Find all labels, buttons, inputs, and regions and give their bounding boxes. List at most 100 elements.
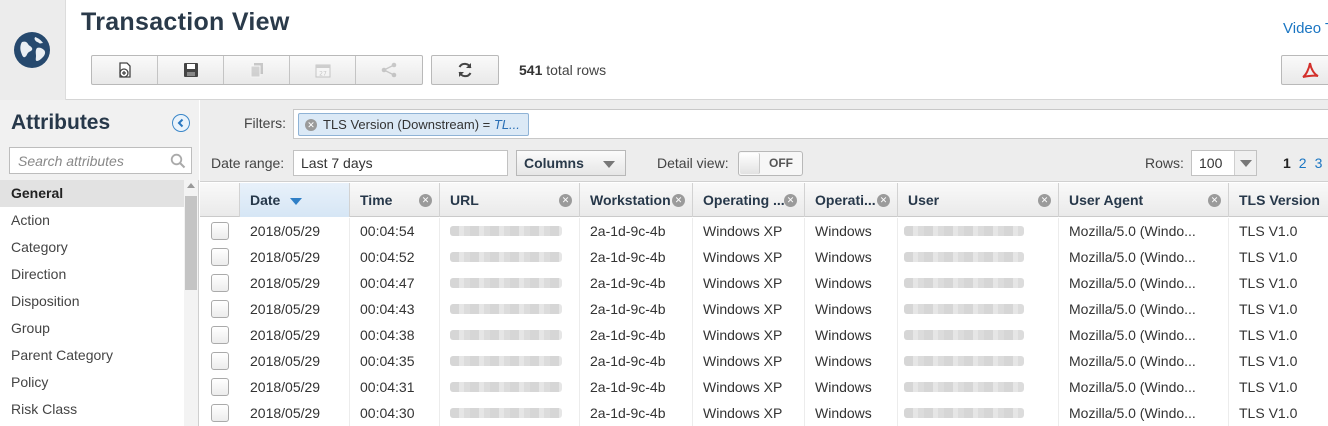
- redacted-value: [904, 408, 1024, 418]
- date-range-input[interactable]: Last 7 days: [293, 150, 508, 176]
- attribute-item-parent-category[interactable]: Parent Category: [0, 342, 184, 369]
- column-header-time[interactable]: Time ✕: [350, 183, 440, 217]
- column-header-url[interactable]: URL ✕: [440, 183, 580, 217]
- schedule-button[interactable]: 27: [290, 56, 356, 84]
- table-row[interactable]: 2018/05/29 00:04:54 2a-1d-9c-4b Windows XP W…: [200, 218, 1328, 244]
- remove-column-icon[interactable]: ✕: [419, 194, 432, 207]
- sidebar-title: Attributes: [11, 111, 111, 134]
- redacted-value: [450, 226, 562, 236]
- column-header-operating-system[interactable]: Operating ... ✕: [693, 183, 805, 217]
- row-checkbox[interactable]: [211, 274, 229, 292]
- refresh-button[interactable]: [432, 56, 498, 84]
- attribute-item-policy[interactable]: Policy: [0, 369, 184, 396]
- cell-user: [898, 270, 1059, 296]
- export-pdf-button[interactable]: [1281, 55, 1328, 85]
- search-attributes-input[interactable]: [10, 148, 160, 173]
- attribute-item-direction[interactable]: Direction: [0, 261, 184, 288]
- cell-url: [440, 400, 580, 426]
- remove-column-icon[interactable]: ✕: [784, 194, 797, 207]
- attribute-item-risk-class[interactable]: Risk Class: [0, 396, 184, 423]
- save-button[interactable]: [158, 56, 224, 84]
- rows-per-page-select[interactable]: 100: [1191, 150, 1257, 176]
- table-row[interactable]: 2018/05/29 00:04:52 2a-1d-9c-4b Windows XP W…: [200, 244, 1328, 270]
- column-header-tls-version[interactable]: TLS Version: [1229, 183, 1328, 217]
- table-row[interactable]: 2018/05/29 00:04:30 2a-1d-9c-4b Windows XP W…: [200, 400, 1328, 426]
- page-title: Transaction View: [81, 8, 290, 36]
- column-header-user[interactable]: User ✕: [898, 183, 1059, 217]
- page-2[interactable]: 2: [1299, 155, 1307, 171]
- remove-column-icon[interactable]: ✕: [877, 194, 890, 207]
- attribute-item-group[interactable]: Group: [0, 315, 184, 342]
- calendar-icon: 27: [315, 64, 330, 78]
- cell-operating-family: Windows: [805, 348, 898, 374]
- search-icon[interactable]: [170, 153, 186, 169]
- detail-view-toggle[interactable]: OFF: [738, 151, 803, 176]
- cell-date: 2018/05/29: [240, 400, 350, 426]
- cell-user-agent: Mozilla/5.0 (Windo...: [1059, 218, 1229, 244]
- redacted-value: [450, 252, 562, 262]
- chevron-left-icon: [177, 118, 184, 128]
- filters-box[interactable]: ✕ TLS Version (Downstream) = TL...: [293, 109, 1328, 139]
- table-row[interactable]: 2018/05/29 00:04:35 2a-1d-9c-4b Windows XP W…: [200, 348, 1328, 374]
- remove-column-icon[interactable]: ✕: [559, 194, 572, 207]
- columns-label: Columns: [524, 155, 584, 171]
- table-row[interactable]: 2018/05/29 00:04:38 2a-1d-9c-4b Windows XP W…: [200, 322, 1328, 348]
- column-header-date[interactable]: Date: [240, 183, 350, 217]
- redacted-value: [450, 382, 562, 392]
- redacted-value: [904, 382, 1024, 392]
- row-checkbox[interactable]: [211, 300, 229, 318]
- attribute-item-action[interactable]: Action: [0, 207, 184, 234]
- row-checkbox[interactable]: [211, 378, 229, 396]
- page-3[interactable]: 3: [1315, 155, 1323, 171]
- attribute-item-disposition[interactable]: Disposition: [0, 288, 184, 315]
- cell-operating-family: Windows: [805, 374, 898, 400]
- redacted-value: [904, 304, 1024, 314]
- scroll-up-icon[interactable]: [187, 183, 195, 188]
- attribute-item-general[interactable]: General: [0, 180, 184, 207]
- row-checkbox[interactable]: [211, 222, 229, 240]
- cell-date: 2018/05/29: [240, 218, 350, 244]
- remove-column-icon[interactable]: ✕: [672, 194, 685, 207]
- cell-url: [440, 296, 580, 322]
- add-report-button[interactable]: [92, 56, 158, 84]
- remove-column-icon[interactable]: ✕: [1038, 194, 1051, 207]
- table-row[interactable]: 2018/05/29 00:04:47 2a-1d-9c-4b Windows XP W…: [200, 270, 1328, 296]
- sidebar-scrollbar[interactable]: [184, 180, 198, 426]
- cell-user: [898, 244, 1059, 270]
- attribute-list: General Action Category Direction Dispos…: [0, 180, 184, 423]
- cell-user: [898, 218, 1059, 244]
- column-title-workstation: Workstation: [590, 192, 671, 208]
- video-tutorial-link[interactable]: Video T: [1283, 20, 1328, 37]
- remove-filter-icon[interactable]: ✕: [305, 119, 317, 131]
- cell-url: [440, 270, 580, 296]
- attribute-item-category[interactable]: Category: [0, 234, 184, 261]
- column-header-user-agent[interactable]: User Agent ✕: [1059, 183, 1229, 217]
- row-checkbox[interactable]: [211, 248, 229, 266]
- table-row[interactable]: 2018/05/29 00:04:31 2a-1d-9c-4b Windows XP W…: [200, 374, 1328, 400]
- filter-chip-tls-version[interactable]: ✕ TLS Version (Downstream) = TL...: [298, 113, 529, 136]
- table-row[interactable]: 2018/05/29 00:04:43 2a-1d-9c-4b Windows XP W…: [200, 296, 1328, 322]
- filter-panel: Filters: ✕ TLS Version (Downstream) = TL.…: [200, 100, 1328, 182]
- cell-tls-version: TLS V1.0: [1229, 348, 1328, 374]
- toggle-knob: [740, 153, 760, 174]
- cell-time: 00:04:30: [350, 400, 440, 426]
- cell-workstation: 2a-1d-9c-4b: [580, 218, 693, 244]
- collapse-sidebar-button[interactable]: [172, 114, 190, 132]
- scrollbar-thumb[interactable]: [185, 196, 197, 290]
- page-1[interactable]: 1: [1283, 155, 1291, 171]
- column-header-operating-family[interactable]: Operati... ✕: [805, 183, 898, 217]
- cell-time: 00:04:38: [350, 322, 440, 348]
- cell-workstation: 2a-1d-9c-4b: [580, 296, 693, 322]
- cell-tls-version: TLS V1.0: [1229, 322, 1328, 348]
- share-button[interactable]: [356, 56, 422, 84]
- column-header-workstation[interactable]: Workstation ✕: [580, 183, 693, 217]
- cell-date: 2018/05/29: [240, 270, 350, 296]
- columns-dropdown[interactable]: Columns: [516, 150, 626, 176]
- row-checkbox[interactable]: [211, 352, 229, 370]
- copy-button[interactable]: [224, 56, 290, 84]
- remove-column-icon[interactable]: ✕: [1208, 194, 1221, 207]
- redacted-value: [450, 278, 562, 288]
- row-checkbox[interactable]: [211, 404, 229, 422]
- redacted-value: [904, 278, 1024, 288]
- row-checkbox[interactable]: [211, 326, 229, 344]
